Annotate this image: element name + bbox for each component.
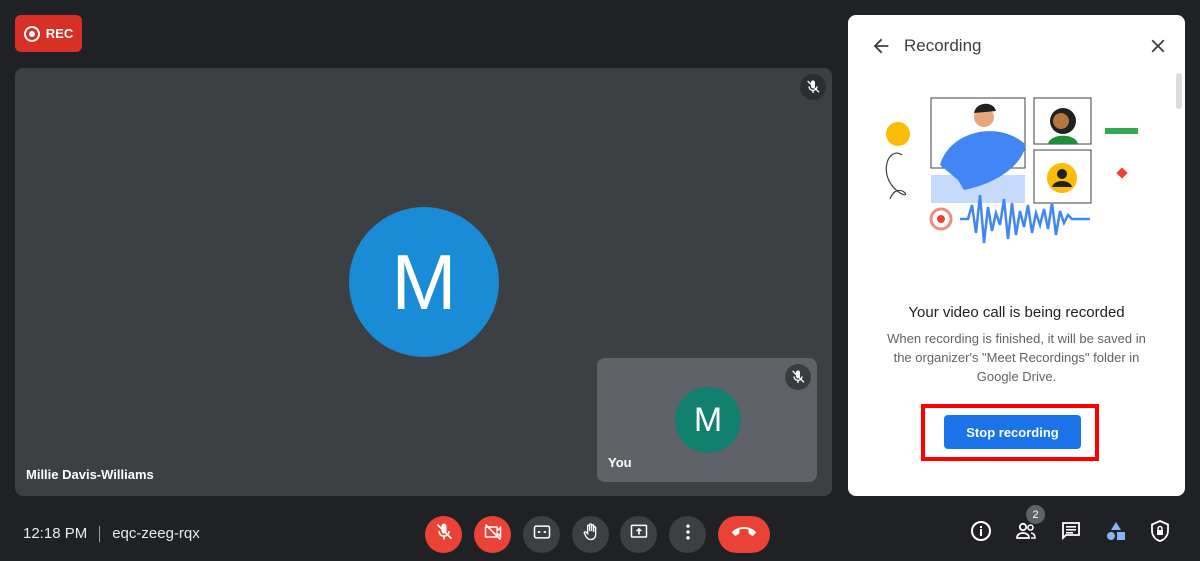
current-time: 12:18 PM (23, 525, 88, 542)
recording-description: When recording is finished, it will be s… (887, 331, 1146, 384)
info-icon (969, 519, 993, 548)
raise-hand-button[interactable] (572, 516, 609, 553)
more-options-icon (678, 522, 698, 547)
panel-scrollbar[interactable] (1176, 73, 1182, 109)
bottom-bar: 12:18 PM eqc-zeeg-rqx (0, 505, 1200, 561)
leave-call-button[interactable] (718, 516, 770, 553)
chat-icon (1059, 519, 1083, 548)
meeting-info: 12:18 PM eqc-zeeg-rqx (23, 525, 200, 542)
panel-title: Recording (904, 36, 982, 55)
mic-off-icon (434, 522, 454, 547)
activities-button[interactable] (1103, 520, 1129, 546)
recording-heading: Your video call is being recorded (908, 304, 1125, 321)
activities-icon (1104, 519, 1128, 548)
camera-off-icon (483, 522, 503, 547)
captions-icon (532, 522, 552, 547)
panel-header: Recording (848, 15, 1185, 75)
self-label: You (608, 455, 632, 470)
participant-name: Millie Davis-Williams (26, 467, 154, 482)
host-controls-icon (1148, 519, 1172, 548)
camera-toggle-button[interactable] (474, 516, 511, 553)
present-icon (629, 522, 649, 547)
people-count-badge: 2 (1026, 505, 1045, 524)
participant-avatar: M (349, 207, 499, 357)
meeting-details-button[interactable] (968, 520, 994, 546)
rec-label: REC (45, 26, 74, 41)
recording-illustration (885, 97, 1138, 244)
recording-panel: Recording Your video call is being recor… (848, 15, 1185, 496)
self-mic-muted-icon (785, 364, 811, 390)
record-icon (23, 25, 40, 42)
recording-indicator[interactable]: REC (15, 15, 82, 52)
stop-recording-button[interactable]: Stop recording (944, 415, 1081, 449)
mic-muted-icon (800, 74, 826, 100)
chat-button[interactable] (1058, 520, 1084, 546)
meeting-code[interactable]: eqc-zeeg-rqx (112, 525, 200, 542)
present-button[interactable] (620, 516, 657, 553)
back-arrow-icon[interactable] (870, 35, 892, 57)
more-options-button[interactable] (669, 516, 706, 553)
end-call-icon (731, 520, 756, 549)
self-avatar: M (675, 387, 741, 453)
divider (99, 525, 101, 542)
mic-toggle-button[interactable] (425, 516, 462, 553)
captions-button[interactable] (523, 516, 560, 553)
close-icon[interactable] (1147, 35, 1169, 57)
host-controls-button[interactable] (1147, 519, 1173, 548)
main-video-tile[interactable]: M Millie Davis-Williams M You (15, 68, 832, 496)
self-video-tile[interactable]: M You (597, 358, 817, 482)
raise-hand-icon (581, 522, 601, 547)
